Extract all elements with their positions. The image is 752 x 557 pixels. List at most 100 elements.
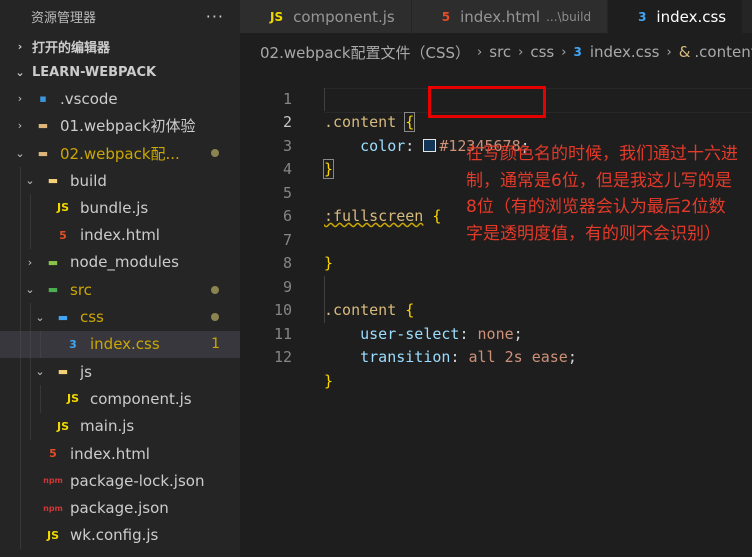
breadcrumb-src[interactable]: src [489,43,511,61]
npm-file-icon: npm [43,503,63,513]
tree-item[interactable]: JS component.js [0,385,240,413]
node-folder-icon: ▬ [47,255,59,269]
folder-icon: ▬ [37,119,49,133]
chevron-down-icon: ⌄ [25,283,35,297]
explorer-sidebar: 资源管理器 ··· › 打开的编辑器 ⌄ LEARN-WEBPACK › ▪ .vs… [0,0,240,557]
tree-item[interactable]: ⌄ ▬ js [0,357,240,386]
indent-guide [30,303,31,331]
chevron-right-icon: › [666,44,672,60]
css-value: all 2s ease [468,348,568,366]
highlight-box [428,86,546,118]
css-file-icon: 3 [638,9,647,24]
file-tree: › ▪ .vscode › ▬ 01.webpack初体验 ⌄ ▬ 02.webpack配...… [0,85,240,550]
tree-item[interactable]: JS bundle.js [0,194,240,222]
code-line: 12 } [240,323,752,390]
code-line: 9 .content { [240,252,752,320]
js-folder-icon: ▬ [57,365,69,379]
explorer-header: 资源管理器 ··· [0,0,240,33]
indent-guide [30,221,31,249]
tree-item-label: src [70,280,92,299]
css-file-icon: 3 [573,45,582,59]
tree-item[interactable]: 5 index.html [0,221,240,249]
breadcrumb-file[interactable]: index.css [590,43,660,61]
tree-item[interactable]: › ▬ 01.webpack初体验 [0,112,240,139]
open-editors-section[interactable]: › 打开的编辑器 [0,33,240,59]
tree-item-label: 01.webpack初体验 [60,117,196,136]
chevron-right-icon: › [27,255,33,269]
indent-guide [30,412,31,440]
project-section[interactable]: ⌄ LEARN-WEBPACK [0,59,240,85]
css-property: transition [360,348,451,366]
breadcrumb-symbol[interactable]: .content [694,43,752,61]
indent-guide [20,276,21,304]
tree-item-label: css [80,308,104,327]
css-file-icon: 3 [69,337,77,351]
chevron-right-icon: › [561,44,567,60]
breadcrumb-folder[interactable]: 02.webpack配置文件（CSS） [260,42,470,63]
chevron-right-icon: › [17,119,23,133]
tree-item[interactable]: 3 index.css 1 [0,330,240,358]
tab-label: component.js [293,7,395,26]
tree-item-label: wk.config.js [70,526,159,545]
indent-guide [40,385,41,413]
modified-dot-icon [211,149,219,158]
js-file-icon: JS [56,201,69,215]
indent-guide [20,166,21,195]
indent-guide [20,467,21,495]
tree-item[interactable]: JS main.js [0,412,240,440]
tree-item[interactable]: 5 index.html [0,439,240,468]
indent-guide [20,385,21,413]
chevron-down-icon: ⌄ [35,365,45,379]
editor-tab[interactable]: 5 index.html ...\build [411,0,609,33]
symbol-icon: & [678,43,691,61]
tree-item[interactable]: ⌄ ▬ 02.webpack配... [0,140,240,167]
tree-item-label: index.css [90,335,160,354]
tab-label: index.html [460,7,541,26]
indent-guide [20,248,21,277]
breadcrumb-css[interactable]: css [530,43,554,61]
folder-open-icon: ▬ [37,146,49,160]
js-file-icon: JS [270,9,284,24]
indent-guide [20,494,21,522]
annotation-text: 在写颜色名的时候，我们通过十六进制，通常是6位，但是我这儿写的是8位（有的浏览器… [466,144,738,244]
tab-label: index.css [656,7,727,26]
tree-item-label: build [70,171,107,190]
tree-item-label: node_modules [70,253,179,272]
tree-item[interactable]: JS wk.config.js [0,521,240,550]
chevron-down-icon: ⌄ [15,65,25,79]
tab-path-hint: ...\build [546,9,592,24]
editor-tab[interactable]: JS component.js [240,0,412,33]
tree-item[interactable]: ⌄ ▬ src [0,276,240,304]
css-folder-icon: ▬ [57,310,69,324]
project-name: LEARN-WEBPACK [32,64,157,80]
js-file-icon: JS [56,419,69,433]
explorer-title: 资源管理器 [31,11,97,26]
modified-dot-icon [211,313,219,322]
tree-item[interactable]: npm package-lock.json [0,467,240,495]
editor-tab[interactable]: 3 index.css [608,0,744,33]
code-line: 1 .content { [240,64,752,132]
tree-item[interactable]: › ▪ .vscode [0,85,240,112]
chevron-down-icon: ⌄ [15,146,25,160]
indent-guide [30,385,31,413]
more-actions-icon[interactable]: ··· [206,7,224,26]
js-file-icon: JS [46,528,59,542]
code-editor[interactable]: 1 .content { 2 color: #12345678; 3 } 4 5… [240,64,752,557]
tree-item-label: component.js [90,389,192,408]
tree-item[interactable]: ⌄ ▬ css [0,303,240,331]
indent-guide [20,357,21,386]
tree-item-label: bundle.js [80,198,149,217]
tree-item-label: 02.webpack配... [60,144,180,163]
indent-guide [20,439,21,468]
code-line: 11 transition: all 2s ease; [240,299,752,367]
modified-dot-icon [211,285,219,294]
indent-guide [30,330,31,358]
indent-guide [40,330,41,358]
indent-guide [20,412,21,440]
html-file-icon: 5 [49,447,57,460]
tree-item[interactable]: ⌄ ▬ build [0,166,240,195]
tree-item[interactable]: npm package.json [0,494,240,522]
tree-item-label: js [80,362,92,381]
tree-item[interactable]: › ▬ node_modules [0,248,240,277]
js-file-icon: JS [66,392,79,406]
